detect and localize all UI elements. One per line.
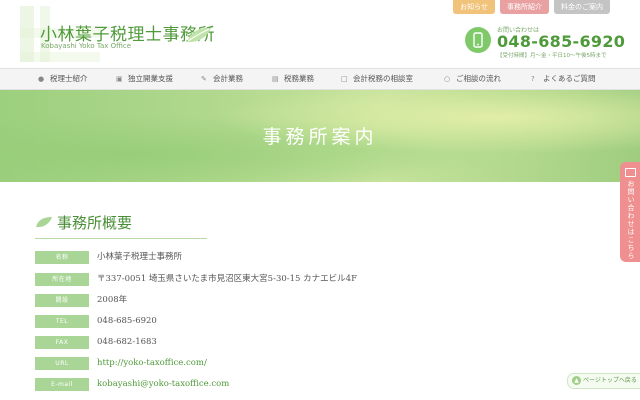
nav-label: ご相談の流れ	[456, 74, 501, 83]
contact-side-tab-label: お問い合わせはこちら	[627, 180, 635, 260]
row-label: 開設	[35, 294, 89, 307]
page-hero-banner: 事務所案内	[0, 90, 640, 182]
row-label: TEL	[35, 315, 89, 328]
document-icon: ▤	[272, 75, 279, 83]
pencil-icon: ✎	[201, 75, 207, 83]
nav-item-tax-services[interactable]: ▤ 税務業務	[272, 69, 314, 89]
phone-icon	[465, 27, 491, 53]
contact-side-tab[interactable]: お問い合わせはこちら	[620, 162, 640, 262]
chat-icon: □	[341, 75, 348, 83]
leaf-icon	[36, 217, 52, 228]
nav-label: 独立開業支援	[128, 74, 173, 83]
website-link[interactable]: http://yoko-taxoffice.com/	[97, 356, 207, 371]
nav-item-startup-support[interactable]: ▣ 独立開業支援	[116, 69, 173, 89]
row-label: 名称	[35, 251, 89, 264]
site-logo-subtitle: Kobayashi Yoko Tax Office	[41, 42, 132, 50]
row-label: 所在地	[35, 273, 89, 286]
leaf-icon	[187, 27, 211, 43]
nav-item-accounting[interactable]: ✎ 会計業務	[201, 69, 243, 89]
row-value: 〒337-0051 埼玉県さいたま市見沼区東大宮5-30-15 カナエビル4F	[97, 274, 357, 284]
main-nav: ● 税理士紹介 ▣ 独立開業支援 ✎ 会計業務 ▤ 税務業務 □ 会計税務の相談室 ○ ご相…	[0, 68, 640, 90]
nav-label: よくあるご質問	[543, 74, 596, 83]
row-value: 小林葉子税理士事務所	[97, 252, 183, 262]
row-label: URL	[35, 357, 89, 370]
nav-item-consultation-room[interactable]: □ 会計税務の相談室	[341, 69, 413, 89]
user-icon: ●	[38, 75, 45, 83]
page-title: 事務所案内	[262, 126, 378, 148]
clock-icon: ○	[444, 75, 451, 83]
arrow-up-icon: ▲	[572, 376, 581, 385]
nav-item-tax-accountant[interactable]: ● 税理士紹介	[38, 69, 88, 89]
question-icon: ?	[531, 75, 535, 83]
nav-label: 会計業務	[213, 74, 243, 83]
section-title: 事務所概要	[57, 214, 133, 232]
phone-hours: 【受付時間】月～金・平日10～午後5時まで	[497, 53, 607, 59]
section-heading: 事務所概要	[35, 210, 207, 239]
phone-contact[interactable]: お問い合わせは 048-685-6920 【受付時間】月～金・平日10～午後5時…	[465, 25, 625, 61]
office-intro-button[interactable]: 事務所紹介	[500, 0, 549, 14]
pricing-button[interactable]: 料金のご案内	[554, 0, 610, 14]
nav-label: 会計税務の相談室	[353, 74, 413, 83]
mail-icon	[625, 168, 636, 177]
phone-number[interactable]: 048-685-6920	[497, 32, 625, 51]
site-header: 小林葉子税理士事務所 Kobayashi Yoko Tax Office お知ら…	[0, 0, 640, 68]
nav-item-faq[interactable]: ? よくあるご質問	[531, 69, 596, 89]
nav-item-consultation-flow[interactable]: ○ ご相談の流れ	[444, 69, 501, 89]
row-label: E-mail	[35, 378, 89, 391]
top-button-group: お知らせ 事務所紹介 料金のご案内	[453, 0, 610, 14]
row-label: FAX	[35, 336, 89, 349]
nav-label: 税務業務	[284, 74, 314, 83]
news-button[interactable]: お知らせ	[453, 0, 495, 14]
row-value: 048-685-6920	[97, 316, 157, 326]
row-value: 2008年	[97, 295, 128, 305]
camera-icon: ▣	[116, 75, 123, 83]
email-link[interactable]: kobayashi@yoko-taxoffice.com	[97, 377, 229, 392]
row-value: 048-682-1683	[97, 337, 157, 347]
page-top-label: ページトップへ戻る	[583, 377, 637, 384]
page-top-button[interactable]: ▲ ページトップへ戻る	[567, 373, 640, 389]
nav-label: 税理士紹介	[50, 74, 88, 83]
